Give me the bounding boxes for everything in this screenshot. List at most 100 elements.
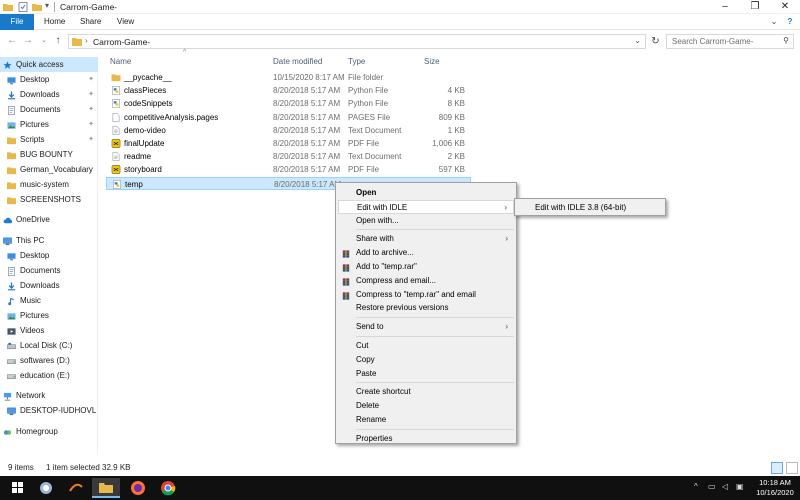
menu-item-rename[interactable]: Rename <box>338 413 514 427</box>
nav-item[interactable]: Quick access <box>0 57 98 72</box>
menu-item-open[interactable]: Open <box>338 186 514 200</box>
volume-icon[interactable]: ◁ <box>722 482 728 491</box>
address-bar[interactable]: › Carrom-Game- ⌄ <box>68 34 646 49</box>
menu-item-add-to-archive[interactable]: Add to archive... <box>338 246 514 260</box>
column-header-type[interactable]: Type <box>348 56 365 68</box>
file-row[interactable]: storyboard 8/20/2018 5:17 AM PDF File 597 K… <box>106 163 471 176</box>
menu-item-compress-and-email[interactable]: Compress and email... <box>338 274 514 288</box>
menu-item-restore-previous-versions[interactable]: Restore previous versions <box>338 301 514 315</box>
expand-ribbon-icon[interactable]: ⌄ <box>768 16 780 28</box>
file-size: 809 KB <box>438 112 465 122</box>
file-explorer-taskbar-icon[interactable] <box>92 478 120 498</box>
nav-item[interactable]: education (E:) <box>0 368 98 383</box>
tab-home[interactable]: Home <box>44 14 65 30</box>
tab-view[interactable]: View <box>117 14 134 30</box>
menu-item-send-to[interactable]: Send to › <box>338 320 514 334</box>
nav-item[interactable]: Scripts ✦ <box>0 132 98 147</box>
navigation-bar: ← → ⌄ ↑ › Carrom-Game- ⌄ ↻ Search Carrom… <box>0 31 800 51</box>
details-view-button[interactable] <box>771 462 783 474</box>
file-row[interactable]: demo-video 8/20/2018 5:17 AM Text Document… <box>106 124 471 137</box>
nav-item[interactable]: SCREENSHOTS <box>0 192 98 207</box>
app-icon[interactable] <box>32 478 60 498</box>
nav-item[interactable]: softwares (D:) <box>0 353 98 368</box>
clock[interactable]: 10:18 AM 10/16/2020 <box>752 478 798 498</box>
nav-item[interactable]: Desktop ✦ <box>0 72 98 87</box>
large-icons-view-button[interactable] <box>786 462 798 474</box>
menu-item-edit-with-idle[interactable]: Edit with IDLE › <box>338 199 514 214</box>
nav-item[interactable]: Pictures ✦ <box>0 117 98 132</box>
nav-item[interactable]: Network <box>0 388 98 403</box>
nav-item-label: Desktop <box>20 251 50 260</box>
menu-item-copy[interactable]: Copy <box>338 353 514 367</box>
file-type: File folder <box>348 73 384 82</box>
search-input[interactable]: Search Carrom-Game- ⚲ <box>666 34 794 49</box>
file-row[interactable]: classPieces 8/20/2018 5:17 AM Python File 4… <box>106 84 471 97</box>
tab-share[interactable]: Share <box>80 14 101 30</box>
file-row[interactable]: __pycache__ 10/15/2020 8:17 AM File folder <box>106 71 471 84</box>
nav-item[interactable]: Documents ✦ <box>0 102 98 117</box>
star-icon <box>3 60 12 69</box>
menu-item-compress-to-temp-rar-and-email[interactable]: Compress to "temp.rar" and email <box>338 288 514 302</box>
file-row[interactable]: readme 8/20/2018 5:17 AM Text Document 2 KB <box>106 150 471 163</box>
column-header-size[interactable]: Size <box>424 56 440 68</box>
nav-item[interactable]: Downloads ✦ <box>0 87 98 102</box>
refresh-button[interactable]: ↻ <box>649 35 662 48</box>
nav-item[interactable]: OneDrive <box>0 212 98 227</box>
app-icon[interactable] <box>62 478 90 498</box>
address-dropdown-icon[interactable]: ⌄ <box>634 36 641 45</box>
nav-item[interactable]: Music <box>0 293 98 308</box>
nav-item[interactable]: German_Vocabulary <box>0 162 98 177</box>
nav-item[interactable]: music-system <box>0 177 98 192</box>
column-header-date-modified[interactable]: Date modified <box>273 56 322 68</box>
nav-item[interactable]: Videos <box>0 323 98 338</box>
nav-item[interactable]: This PC <box>0 233 98 248</box>
close-button[interactable]: ✕ <box>770 0 800 14</box>
menu-item-add-to-temp-rar[interactable]: Add to "temp.rar" <box>338 260 514 274</box>
chrome-icon[interactable] <box>154 478 182 498</box>
menu-item-delete[interactable]: Delete <box>338 399 514 413</box>
forward-button[interactable]: → <box>22 35 34 47</box>
customize-toolbar-icon[interactable]: ▾ <box>45 1 49 10</box>
new-folder-icon[interactable] <box>32 2 42 12</box>
menu-item-label: Paste <box>356 368 377 378</box>
firefox-icon[interactable] <box>124 478 152 498</box>
nav-item[interactable]: Desktop <box>0 248 98 263</box>
nav-item[interactable]: DESKTOP-IUDHOVL <box>0 403 98 418</box>
menu-item-properties[interactable]: Properties <box>338 432 514 446</box>
properties-icon[interactable] <box>18 2 28 12</box>
nav-item[interactable]: Pictures <box>0 308 98 323</box>
up-button[interactable]: ↑ <box>52 35 64 47</box>
menu-item-edit-with-idle-3-8-64-bit[interactable]: Edit with IDLE 3.8 (64-bit) <box>517 201 663 215</box>
menu-item-label: Restore previous versions <box>356 303 449 313</box>
file-row[interactable]: competitiveAnalysis.pages 8/20/2018 5:17 … <box>106 111 471 124</box>
submenu-arrow-icon: › <box>505 322 508 332</box>
network-icon[interactable]: ▭ <box>708 482 716 491</box>
nav-item-label: Documents <box>20 266 61 275</box>
maximize-button[interactable]: ❐ <box>740 0 770 14</box>
file-row[interactable]: codeSnippets 8/20/2018 5:17 AM Python File… <box>106 97 471 110</box>
nav-item[interactable]: Documents <box>0 263 98 278</box>
file-row[interactable]: finalUpdate 8/20/2018 5:17 AM PDF File 1,00… <box>106 137 471 150</box>
menu-item-paste[interactable]: Paste <box>338 367 514 381</box>
nav-item[interactable]: Downloads <box>0 278 98 293</box>
start-button[interactable] <box>4 478 32 498</box>
file-date-modified: 8/20/2018 5:17 AM <box>273 152 341 162</box>
ime-icon[interactable]: ▣ <box>736 482 744 491</box>
menu-item-share-with[interactable]: Share with › <box>338 232 514 246</box>
cloud-icon <box>3 215 13 224</box>
back-button[interactable]: ← <box>6 35 18 47</box>
menu-item-cut[interactable]: Cut <box>338 339 514 353</box>
help-icon[interactable]: ? <box>784 16 796 28</box>
nav-item[interactable]: BUG BOUNTY <box>0 147 98 162</box>
recent-locations-button[interactable]: ⌄ <box>38 35 50 47</box>
show-hidden-icons-icon[interactable]: ^ <box>694 482 698 491</box>
nav-item-label: Pictures <box>20 311 49 320</box>
nav-item[interactable]: Local Disk (C:) <box>0 338 98 353</box>
file-size: 597 KB <box>438 165 465 175</box>
column-header-name[interactable]: Name <box>110 56 131 68</box>
menu-item-open-with[interactable]: Open with... <box>338 214 514 228</box>
tab-file[interactable]: File <box>0 14 34 30</box>
nav-item[interactable]: Homegroup <box>0 424 98 439</box>
minimize-button[interactable]: – <box>710 0 740 14</box>
menu-item-create-shortcut[interactable]: Create shortcut <box>338 385 514 399</box>
